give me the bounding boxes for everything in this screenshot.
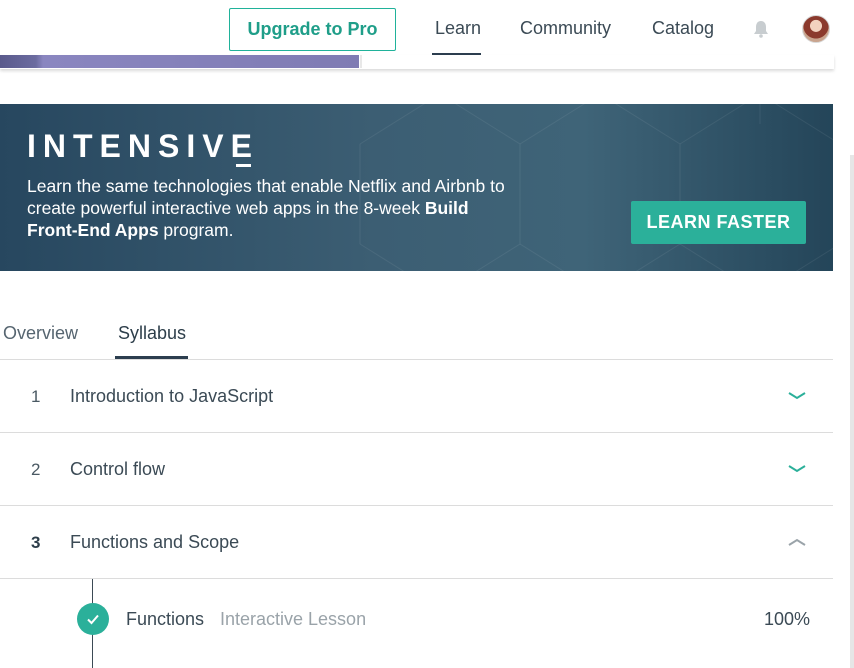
banner-text-end: program. (158, 220, 234, 240)
row-number: 3 (31, 533, 41, 552)
chevron-down-icon[interactable] (787, 390, 807, 402)
nav-catalog[interactable]: Catalog (652, 18, 714, 39)
avatar[interactable] (802, 15, 830, 43)
lesson-progress: 100% (764, 609, 811, 629)
top-navbar: Upgrade to Pro Learn Community Catalog (0, 0, 854, 60)
syllabus-row-2[interactable]: 2 Control flow (0, 432, 833, 505)
row-title: Functions and Scope (70, 532, 240, 552)
bell-icon[interactable] (751, 19, 771, 39)
syllabus-row-1[interactable]: 1 Introduction to JavaScript (0, 359, 833, 432)
row-number: 1 (31, 387, 41, 406)
lesson-list (0, 578, 833, 668)
row-title: Control flow (70, 459, 166, 479)
course-progress-fill (0, 55, 359, 68)
banner-description: Learn the same technologies that enable … (27, 175, 507, 241)
course-progress-divider (360, 55, 362, 68)
tab-overview[interactable]: Overview (3, 323, 78, 344)
lesson-title[interactable]: Functions (126, 609, 204, 630)
upgrade-to-pro-button[interactable]: Upgrade to Pro (229, 8, 396, 51)
course-progress-strip (0, 55, 834, 69)
chevron-up-icon[interactable] (787, 536, 807, 548)
nav-learn[interactable]: Learn (435, 18, 481, 39)
banner-title: INTENSIVE (27, 128, 259, 164)
syllabus-row-3[interactable]: 3 Functions and Scope (0, 505, 833, 578)
scrollbar[interactable] (850, 155, 854, 668)
chevron-down-icon[interactable] (787, 463, 807, 475)
nav-community[interactable]: Community (520, 18, 611, 39)
check-icon (77, 603, 109, 635)
lesson-type: Interactive Lesson (220, 609, 367, 629)
intensive-banner: INTENSIVE Learn the same technologies th… (0, 104, 833, 271)
tab-syllabus[interactable]: Syllabus (118, 323, 186, 344)
row-number: 2 (31, 460, 41, 479)
learn-faster-button[interactable]: LEARN FASTER (631, 201, 806, 244)
row-title: Introduction to JavaScript (70, 386, 274, 406)
banner-title-accent (236, 164, 251, 167)
